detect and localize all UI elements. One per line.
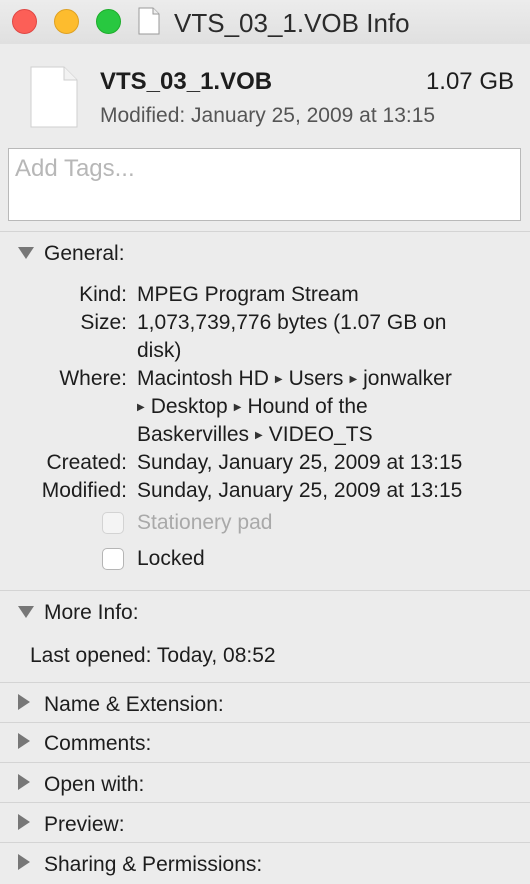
modified-value: Sunday, January 25, 2009 at 13:15 xyxy=(137,479,463,502)
file-icon xyxy=(30,66,78,128)
section-preview-title: Preview: xyxy=(44,813,125,836)
locked-checkbox[interactable] xyxy=(102,548,124,570)
where-path-line3: Baskervilles ▶ VIDEO_TS xyxy=(137,423,373,447)
disclosure-triangle-icon[interactable] xyxy=(18,606,34,618)
kind-value: MPEG Program Stream xyxy=(137,283,359,306)
disclosure-triangle-icon[interactable] xyxy=(18,247,34,259)
divider xyxy=(0,590,530,591)
where-path-line2: ▶ Desktop ▶ Hound of the xyxy=(137,395,368,419)
section-open-with-title: Open with: xyxy=(44,773,145,796)
divider xyxy=(0,842,530,843)
tags-input[interactable]: Add Tags... xyxy=(8,148,521,221)
divider xyxy=(0,762,530,763)
section-preview-header[interactable]: Preview: xyxy=(0,805,530,843)
path-item[interactable]: Hound of the xyxy=(247,395,367,418)
section-general-header[interactable]: General: xyxy=(0,234,530,272)
section-sharing-title: Sharing & Permissions: xyxy=(44,853,263,876)
where-label: Where: xyxy=(59,367,127,390)
section-more-info-header[interactable]: More Info: xyxy=(0,593,530,631)
stationery-pad-label: Stationery pad xyxy=(137,511,273,534)
last-opened: Last opened: Today, 08:52 xyxy=(30,644,276,667)
divider xyxy=(0,802,530,803)
minimize-button[interactable] xyxy=(54,9,79,34)
stationery-pad-checkbox xyxy=(102,512,124,534)
path-arrow-icon: ▶ xyxy=(255,429,263,441)
divider xyxy=(0,682,530,683)
close-button[interactable] xyxy=(12,9,37,34)
where-path-line1: Macintosh HD ▶ Users ▶ jonwalker xyxy=(137,367,452,391)
path-item[interactable]: Desktop xyxy=(151,395,228,418)
disclosure-triangle-icon[interactable] xyxy=(18,814,30,830)
locked-label[interactable]: Locked xyxy=(137,547,205,571)
created-label: Created: xyxy=(46,451,127,474)
path-item[interactable]: Macintosh HD xyxy=(137,367,269,390)
disclosure-triangle-icon[interactable] xyxy=(18,854,30,870)
section-general-title: General: xyxy=(44,242,125,265)
divider xyxy=(0,231,530,232)
path-item[interactable]: VIDEO_TS xyxy=(269,423,373,446)
size-value: 1,073,739,776 bytes (1.07 GB on xyxy=(137,311,447,334)
kind-label: Kind: xyxy=(79,283,127,306)
zoom-button[interactable] xyxy=(96,9,121,34)
section-open-with-header[interactable]: Open with: xyxy=(0,765,530,803)
path-arrow-icon: ▶ xyxy=(274,373,283,385)
path-item[interactable]: Baskervilles xyxy=(137,423,249,446)
size-value-cont: disk) xyxy=(137,339,182,362)
section-name-extension-header[interactable]: Name & Extension: xyxy=(0,685,530,723)
size-label: Size: xyxy=(80,311,127,334)
section-comments-header[interactable]: Comments: xyxy=(0,724,530,762)
file-modified: Modified: January 25, 2009 at 13:15 xyxy=(100,104,436,127)
section-comments-title: Comments: xyxy=(44,732,152,755)
path-arrow-icon: ▶ xyxy=(349,373,358,385)
info-window: VTS_03_1.VOB Info VTS_03_1.VOB 1.07 GB M… xyxy=(0,0,530,884)
file-name: VTS_03_1.VOB xyxy=(100,68,273,95)
section-name-extension-title: Name & Extension: xyxy=(44,693,224,716)
title-bar: VTS_03_1.VOB Info xyxy=(0,0,530,44)
path-item[interactable]: jonwalker xyxy=(363,367,452,390)
section-sharing-header[interactable]: Sharing & Permissions: xyxy=(0,845,530,883)
disclosure-triangle-icon[interactable] xyxy=(18,694,30,710)
created-value: Sunday, January 25, 2009 at 13:15 xyxy=(137,451,463,474)
disclosure-triangle-icon[interactable] xyxy=(18,774,30,790)
disclosure-triangle-icon[interactable] xyxy=(18,733,30,749)
path-item[interactable]: Users xyxy=(289,367,344,390)
modified-label: Modified: xyxy=(41,479,127,502)
path-arrow-icon: ▶ xyxy=(233,401,242,413)
path-arrow-icon: ▶ xyxy=(137,401,145,413)
window-title: VTS_03_1.VOB Info xyxy=(174,8,410,38)
document-icon xyxy=(138,7,160,35)
section-more-info-title: More Info: xyxy=(44,601,139,624)
divider xyxy=(0,722,530,723)
file-size: 1.07 GB xyxy=(425,68,514,95)
